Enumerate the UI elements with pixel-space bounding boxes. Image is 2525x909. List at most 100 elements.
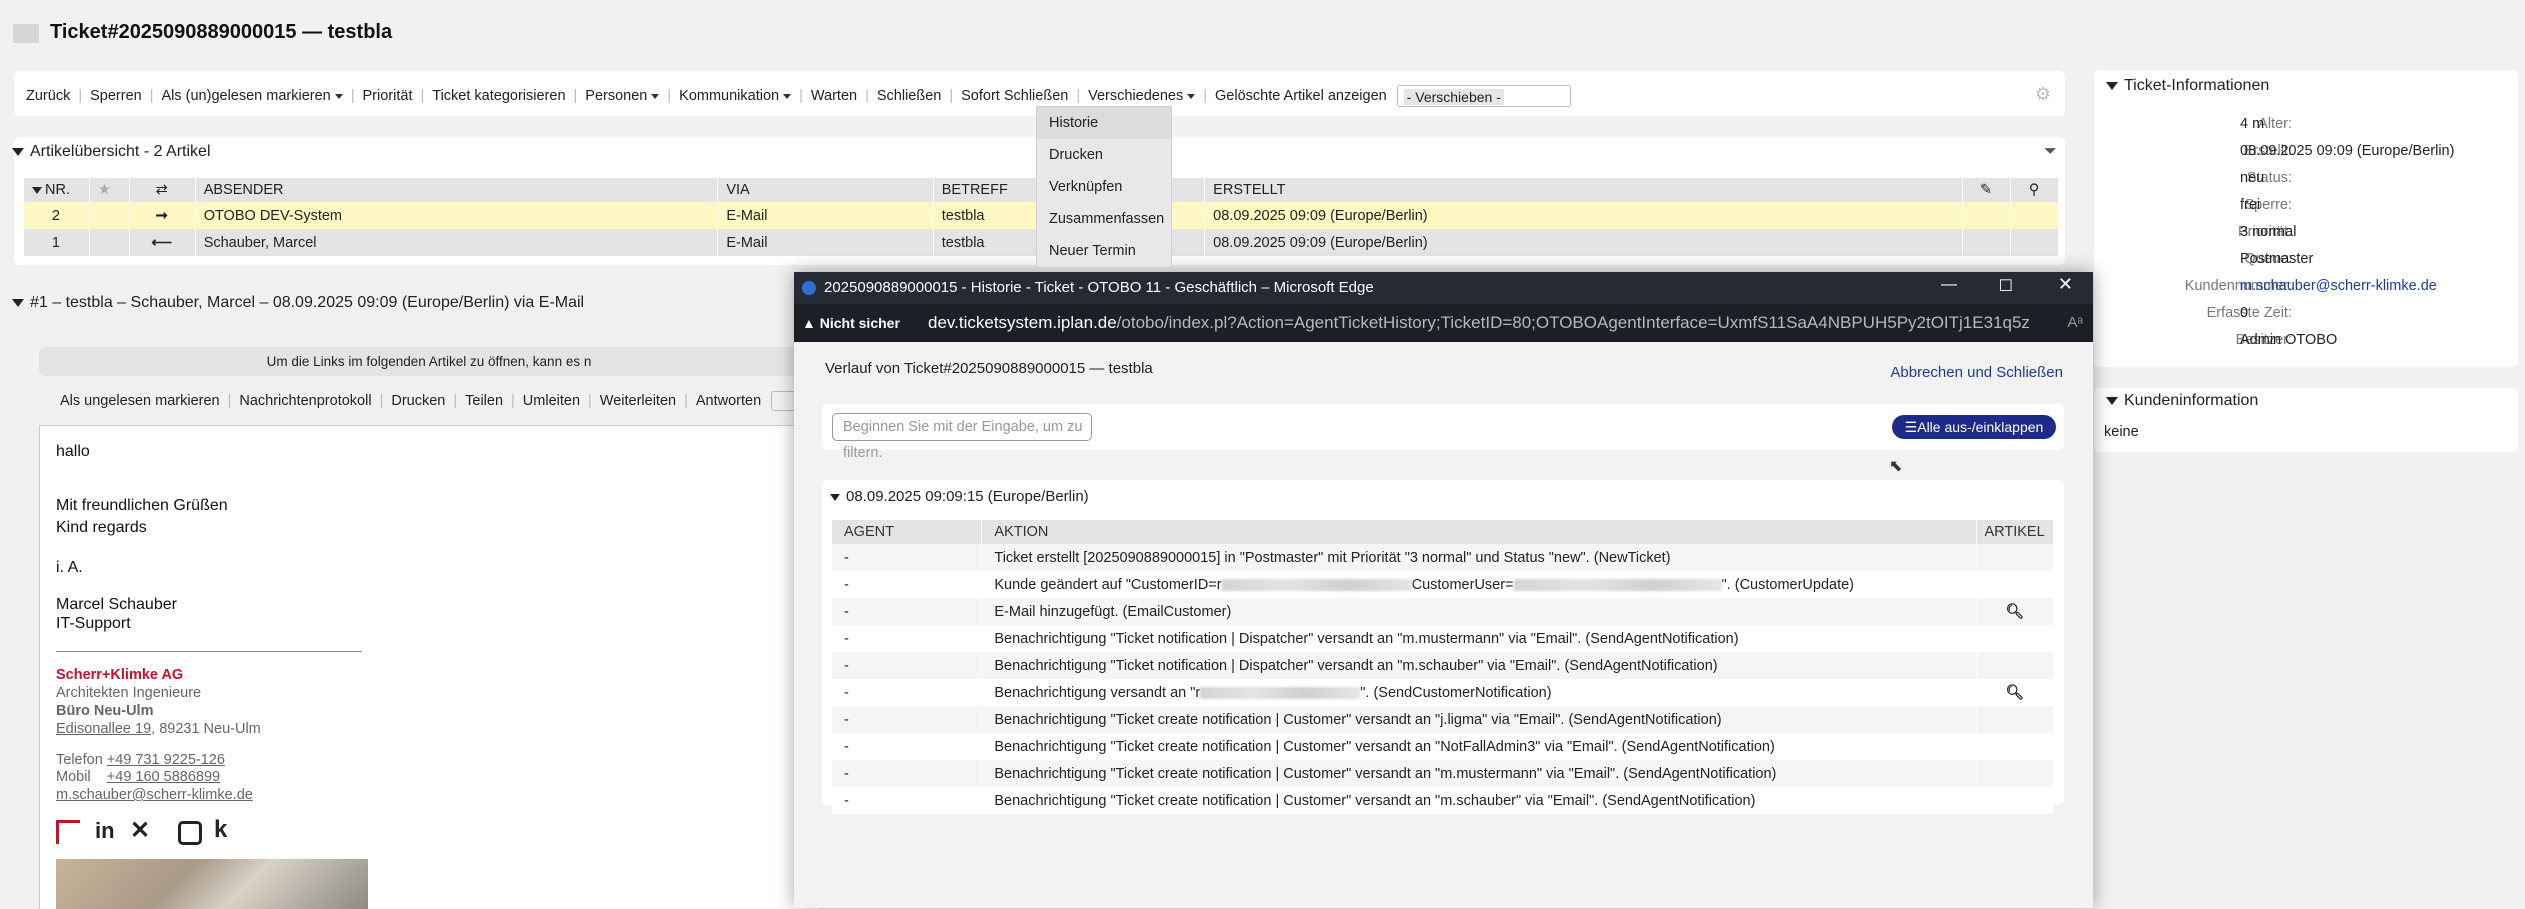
table-row: - Ticket erstellt [2025090889000015] in "… bbox=[832, 544, 2054, 571]
ticket-information-title[interactable]: Ticket-Informationen bbox=[2106, 77, 2269, 95]
building-image bbox=[56, 859, 368, 909]
redacted-text bbox=[1513, 578, 1722, 591]
menu-item-print[interactable]: Drucken bbox=[1037, 139, 1171, 171]
table-row: - E-Mail hinzugefügt. (EmailCustomer) 🔍︎ bbox=[832, 598, 2054, 625]
move-queue-select[interactable]: - Verschieben - bbox=[1396, 85, 1571, 107]
phone-link[interactable]: +49 731 9225-126 bbox=[107, 752, 225, 768]
close-now-link[interactable]: Sofort Schließen bbox=[961, 88, 1068, 104]
address-link[interactable]: Edisonallee 19 bbox=[56, 721, 151, 737]
reply-link[interactable]: Antworten bbox=[696, 393, 761, 409]
maximize-icon[interactable]: ☐ bbox=[1999, 276, 2013, 296]
chevron-down-icon bbox=[651, 93, 660, 99]
bounce-link[interactable]: Umleiten bbox=[523, 393, 580, 409]
menu-item-link[interactable]: Verknüpfen bbox=[1037, 171, 1171, 203]
url-text[interactable]: dev.ticketsystem.iplan.de/otobo/index.pl… bbox=[928, 313, 2030, 333]
xing-icon[interactable]: ✕ bbox=[130, 816, 150, 845]
history-table: AGENT AKTION ARTIKEL - Ticket erstellt [2… bbox=[832, 520, 2054, 814]
incoming-arrow-icon: ⟵ bbox=[129, 229, 196, 256]
forward-link[interactable]: Weiterleiten bbox=[600, 393, 676, 409]
magnifier-icon[interactable]: 🔍︎ bbox=[1976, 598, 2054, 625]
close-icon[interactable]: ✕ bbox=[2058, 274, 2073, 295]
communication-menu[interactable]: Kommunikation bbox=[679, 88, 792, 104]
chevron-down-icon bbox=[334, 93, 343, 99]
menu-item-merge[interactable]: Zusammenfassen bbox=[1037, 203, 1171, 235]
star-icon[interactable]: ★ bbox=[89, 178, 130, 202]
people-menu[interactable]: Personen bbox=[585, 88, 660, 104]
priority-link[interactable]: Priorität bbox=[363, 88, 413, 104]
col-subject[interactable]: BETREFF bbox=[933, 178, 1046, 202]
misc-dropdown-menu: Historie Drucken Verknüpfen Zusammenfass… bbox=[1036, 106, 1172, 268]
table-row: - Kunde geändert auf "CustomerID=r Custome… bbox=[832, 571, 2054, 598]
minimize-icon[interactable]: — bbox=[1941, 276, 1957, 294]
share-link[interactable]: Teilen bbox=[465, 393, 503, 409]
article-heading[interactable]: #1 – testbla – Schauber, Marcel – 08.09.… bbox=[12, 294, 584, 312]
misc-menu[interactable]: Verschiedenes bbox=[1088, 88, 1196, 104]
filter-bar: Beginnen Sie mit der Eingabe, um zu filt… bbox=[822, 404, 2064, 461]
outgoing-arrow-icon: ➞ bbox=[129, 202, 196, 229]
window-titlebar[interactable]: 2025090889000015 - Historie - Ticket - O… bbox=[794, 272, 2093, 304]
customer-id-link[interactable]: m.schauber@scherr-klimke.de bbox=[2240, 278, 2437, 294]
menu-item-history[interactable]: Historie bbox=[1037, 107, 1171, 139]
cancel-close-link[interactable]: Abbrechen und Schließen bbox=[1890, 364, 2063, 381]
direction-icon: ⇄ bbox=[129, 178, 196, 202]
col-sender[interactable]: ABSENDER bbox=[195, 178, 719, 202]
read-aloud-icon[interactable]: Aᵃ bbox=[2067, 314, 2083, 331]
filter-icon[interactable]: ⏷ bbox=[2044, 143, 2057, 161]
collapse-triangle-icon bbox=[12, 147, 24, 156]
address-bar[interactable]: ▲ Nicht sicher dev.ticketsystem.iplan.de… bbox=[794, 304, 2093, 342]
mark-unread-link[interactable]: Als ungelesen markieren bbox=[60, 393, 220, 409]
filter-input[interactable]: Beginnen Sie mit der Eingabe, um zu filt… bbox=[832, 413, 1092, 461]
table-row: - Benachrichtigung "Ticket create notific… bbox=[832, 706, 2054, 733]
chevron-down-icon bbox=[1187, 93, 1196, 99]
mouse-cursor-icon: ⬉ bbox=[1889, 458, 1903, 475]
article-overview-title[interactable]: Artikelübersicht - 2 Artikel bbox=[12, 143, 211, 161]
categorize-link[interactable]: Ticket kategorisieren bbox=[432, 88, 565, 104]
print-link[interactable]: Drucken bbox=[391, 393, 445, 409]
col-article: ARTIKEL bbox=[1976, 520, 2054, 544]
table-row: - Benachrichtigung "Ticket notification |… bbox=[832, 625, 2054, 652]
expand-collapse-all-button[interactable]: ☰Alle aus-/einklappen bbox=[1892, 415, 2056, 439]
gear-icon[interactable]: ⚙ bbox=[2035, 84, 2051, 105]
redacted-text bbox=[1200, 686, 1361, 699]
table-row: - Benachrichtigung "Ticket create notific… bbox=[832, 760, 2054, 787]
mark-read-menu[interactable]: Als (un)gelesen markieren bbox=[161, 88, 343, 104]
kununu-icon[interactable]: k bbox=[214, 816, 227, 844]
pending-link[interactable]: Warten bbox=[811, 88, 857, 104]
table-row: - Benachrichtigung "Ticket notification |… bbox=[832, 652, 2054, 679]
menu-item-new-appointment[interactable]: Neuer Termin bbox=[1037, 235, 1171, 267]
col-agent: AGENT bbox=[832, 520, 983, 544]
collapse-triangle-icon bbox=[2106, 396, 2118, 405]
magnifier-icon[interactable]: 🔍︎ bbox=[1976, 679, 2054, 706]
collapse-triangle-icon bbox=[830, 493, 840, 501]
col-action: AKTION bbox=[981, 520, 1978, 544]
collapse-triangle-icon bbox=[12, 298, 24, 307]
col-created[interactable]: ERSTELLT bbox=[1204, 178, 1964, 202]
article-action-bar: Als ungelesen markieren | Nachrichtenprot… bbox=[60, 391, 834, 411]
col-via[interactable]: VIA bbox=[717, 178, 934, 202]
edge-icon bbox=[802, 281, 816, 295]
instagram-icon[interactable] bbox=[178, 821, 202, 845]
chevron-down-icon bbox=[783, 93, 792, 99]
show-deleted-articles-link[interactable]: Gelöschte Artikel anzeigen bbox=[1215, 88, 1387, 104]
ticket-icon bbox=[13, 24, 39, 43]
back-link[interactable]: Zurück bbox=[26, 88, 70, 104]
mobile-link[interactable]: +49 160 5886899 bbox=[107, 769, 220, 785]
collapse-triangle-icon bbox=[2106, 81, 2118, 90]
redacted-text bbox=[1221, 578, 1412, 591]
customer-information-panel: Kundeninformation keine bbox=[2094, 388, 2518, 452]
customer-information-title[interactable]: Kundeninformation bbox=[2106, 392, 2258, 410]
linkedin-icon[interactable]: in bbox=[95, 818, 115, 844]
window-title: 2025090889000015 - Historie - Ticket - O… bbox=[824, 279, 1374, 296]
menu-icon: ☰ bbox=[1904, 419, 1918, 435]
close-link[interactable]: Schließen bbox=[877, 88, 941, 104]
lock-link[interactable]: Sperren bbox=[90, 88, 142, 104]
table-row: - Benachrichtigung "Ticket create notific… bbox=[832, 733, 2054, 760]
history-heading: Verlauf von Ticket#2025090889000015 — te… bbox=[825, 360, 1153, 377]
message-log-link[interactable]: Nachrichtenprotokoll bbox=[239, 393, 371, 409]
not-secure-label: Nicht sicher bbox=[819, 315, 900, 331]
history-group: 08.09.2025 09:09:15 (Europe/Berlin) AGEN… bbox=[822, 480, 2064, 814]
col-nr[interactable]: NR. bbox=[24, 178, 90, 202]
history-group-heading[interactable]: 08.09.2025 09:09:15 (Europe/Berlin) bbox=[830, 488, 1089, 505]
table-row: - Benachrichtigung "Ticket create notific… bbox=[832, 787, 2054, 814]
email-link[interactable]: m.schauber@scherr-klimke.de bbox=[56, 787, 253, 803]
